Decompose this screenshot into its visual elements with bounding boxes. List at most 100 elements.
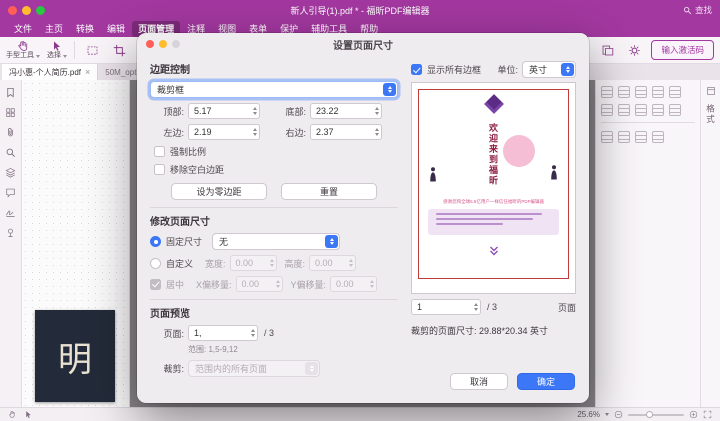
- x-offset-label: X偏移量:: [196, 278, 232, 291]
- resize-heading: 修改页面尺寸: [150, 213, 398, 228]
- fullscreen-window-button[interactable]: [36, 6, 45, 15]
- menu-home[interactable]: 主页: [39, 21, 69, 37]
- left-margin-value: 2.19: [194, 127, 212, 137]
- document-tab-active[interactable]: 冯小惠-个人简历.pdf ×: [2, 64, 98, 80]
- zoom-in-icon[interactable]: [689, 410, 698, 419]
- select-tool-status-icon[interactable]: [24, 410, 33, 419]
- menu-convert[interactable]: 转换: [70, 21, 100, 37]
- dialog-footer: 取消 确定: [450, 373, 575, 390]
- flip-vertical-icon[interactable]: [652, 131, 664, 143]
- left-margin-field[interactable]: 2.19: [188, 124, 260, 140]
- fixed-size-label: 固定尺寸: [166, 235, 202, 248]
- properties-panel: 格式: [595, 80, 720, 407]
- same-width-icon[interactable]: [652, 104, 664, 116]
- preview-page-field[interactable]: 1: [411, 299, 481, 315]
- settings-button[interactable]: [624, 40, 644, 60]
- zoom-level[interactable]: 25.6%: [577, 410, 600, 419]
- rotate-left-icon[interactable]: [601, 131, 613, 143]
- crop-pages-button[interactable]: [109, 40, 129, 60]
- right-margin-field[interactable]: 2.37: [310, 124, 382, 140]
- person-illustration: [428, 167, 438, 182]
- dialog-zoom-button: [172, 40, 180, 48]
- page-thumbnails-icon[interactable]: [5, 107, 16, 118]
- center-checkbox: [150, 279, 161, 290]
- bottom-margin-field[interactable]: 23.22: [310, 103, 382, 119]
- rotate-right-icon[interactable]: [618, 131, 630, 143]
- cancel-button[interactable]: 取消: [450, 373, 508, 390]
- window-title: 新人引导(1).pdf * - 福昕PDF编辑器: [0, 4, 720, 17]
- format-tab-label[interactable]: 格式: [705, 104, 717, 125]
- preview-page-total: / 3: [487, 302, 497, 312]
- toolbar-separator: [74, 41, 75, 59]
- dialog-minimize-button[interactable]: [159, 40, 167, 48]
- range-hint: 范围: 1,5-9,12: [188, 344, 398, 355]
- top-margin-field[interactable]: 5.17: [188, 103, 260, 119]
- destinations-panel-icon[interactable]: [5, 227, 16, 238]
- same-height-icon[interactable]: [669, 104, 681, 116]
- zoom-slider-knob[interactable]: [646, 411, 653, 418]
- page-thumbnail[interactable]: 明: [35, 310, 115, 402]
- select-tool-button[interactable]: 选择: [47, 40, 67, 60]
- fullscreen-icon[interactable]: [703, 410, 712, 419]
- bookmarks-panel-icon[interactable]: [5, 87, 16, 98]
- fixed-size-select[interactable]: 无: [212, 233, 340, 250]
- remove-white-margins-checkbox[interactable]: [154, 164, 165, 175]
- titlebar-search[interactable]: 查找: [683, 4, 712, 16]
- align-left-icon[interactable]: [601, 86, 613, 98]
- menu-edit[interactable]: 编辑: [101, 21, 131, 37]
- show-all-borders-checkbox[interactable]: [411, 64, 422, 75]
- stepper-icon[interactable]: [251, 326, 255, 340]
- page-preview-canvas[interactable]: 欢迎来到福昕 感谢您和全球6.5亿用户一样信任福昕的PDF编辑器: [411, 82, 576, 294]
- zoom-out-icon[interactable]: [614, 410, 623, 419]
- zoom-slider[interactable]: [628, 414, 684, 416]
- zoom-dropdown-icon[interactable]: [605, 413, 609, 416]
- dialog-close-button[interactable]: [146, 40, 154, 48]
- unit-select[interactable]: 英寸: [522, 61, 576, 78]
- constrain-proportions-checkbox[interactable]: [154, 146, 165, 157]
- comments-panel-icon[interactable]: [5, 187, 16, 198]
- align-bottom-icon[interactable]: [601, 104, 613, 116]
- snapshot-tool-button[interactable]: [82, 40, 102, 60]
- organize-pages-button[interactable]: [597, 40, 617, 60]
- reset-button[interactable]: 重置: [281, 183, 377, 200]
- app-window: 新人引导(1).pdf * - 福昕PDF编辑器 查找 文件 主页 转换 编辑 …: [0, 0, 720, 421]
- double-chevron-down-icon: [488, 245, 500, 257]
- stepper-icon[interactable]: [253, 125, 257, 139]
- ok-button[interactable]: 确定: [517, 373, 575, 390]
- custom-size-radio[interactable]: [150, 258, 161, 269]
- minimize-window-button[interactable]: [22, 6, 31, 15]
- stepper-icon[interactable]: [253, 104, 257, 118]
- layers-panel-icon[interactable]: [5, 167, 16, 178]
- box-type-select[interactable]: 裁剪框: [150, 81, 398, 98]
- search-panel-icon[interactable]: [5, 147, 16, 158]
- page-range-value: 1,: [194, 328, 202, 338]
- activation-code-button[interactable]: 输入激活码: [651, 40, 714, 60]
- close-tab-icon[interactable]: ×: [85, 67, 90, 77]
- stepper-icon[interactable]: [375, 125, 379, 139]
- stepper-icon[interactable]: [375, 104, 379, 118]
- dialog-right-column: 显示所有边框 单位: 英寸 欢迎来到福昕 感谢您和全球6.5亿用户一样信任福昕的…: [411, 58, 576, 382]
- bottom-margin-label: 底部:: [272, 105, 306, 118]
- align-right-icon[interactable]: [635, 86, 647, 98]
- attachments-icon[interactable]: [5, 127, 16, 138]
- preview-welcome-text: 欢迎来到福昕: [487, 123, 500, 186]
- align-middle-icon[interactable]: [669, 86, 681, 98]
- distribute-vertical-icon[interactable]: [635, 104, 647, 116]
- signature-panel-icon[interactable]: [5, 207, 16, 218]
- close-window-button[interactable]: [8, 6, 17, 15]
- set-zero-margins-button[interactable]: 设为零边距: [171, 183, 267, 200]
- page-range-field[interactable]: 1,: [188, 325, 258, 341]
- align-top-icon[interactable]: [652, 86, 664, 98]
- crop-scope-value: 范围内的所有页面: [195, 362, 267, 375]
- hand-tool-button[interactable]: 手型工具: [6, 40, 40, 60]
- hand-tool-status-icon[interactable]: [8, 410, 17, 419]
- fixed-size-radio[interactable]: [150, 236, 161, 247]
- format-panel-icon[interactable]: [706, 86, 716, 96]
- dialog-left-column: 边距控制 裁剪框 顶部: 5.17 底部: 2: [150, 58, 398, 382]
- stepper-icon[interactable]: [474, 300, 478, 314]
- align-center-icon[interactable]: [618, 86, 630, 98]
- chevron-down-icon: [63, 55, 67, 58]
- distribute-horizontal-icon[interactable]: [618, 104, 630, 116]
- flip-horizontal-icon[interactable]: [635, 131, 647, 143]
- menu-file[interactable]: 文件: [8, 21, 38, 37]
